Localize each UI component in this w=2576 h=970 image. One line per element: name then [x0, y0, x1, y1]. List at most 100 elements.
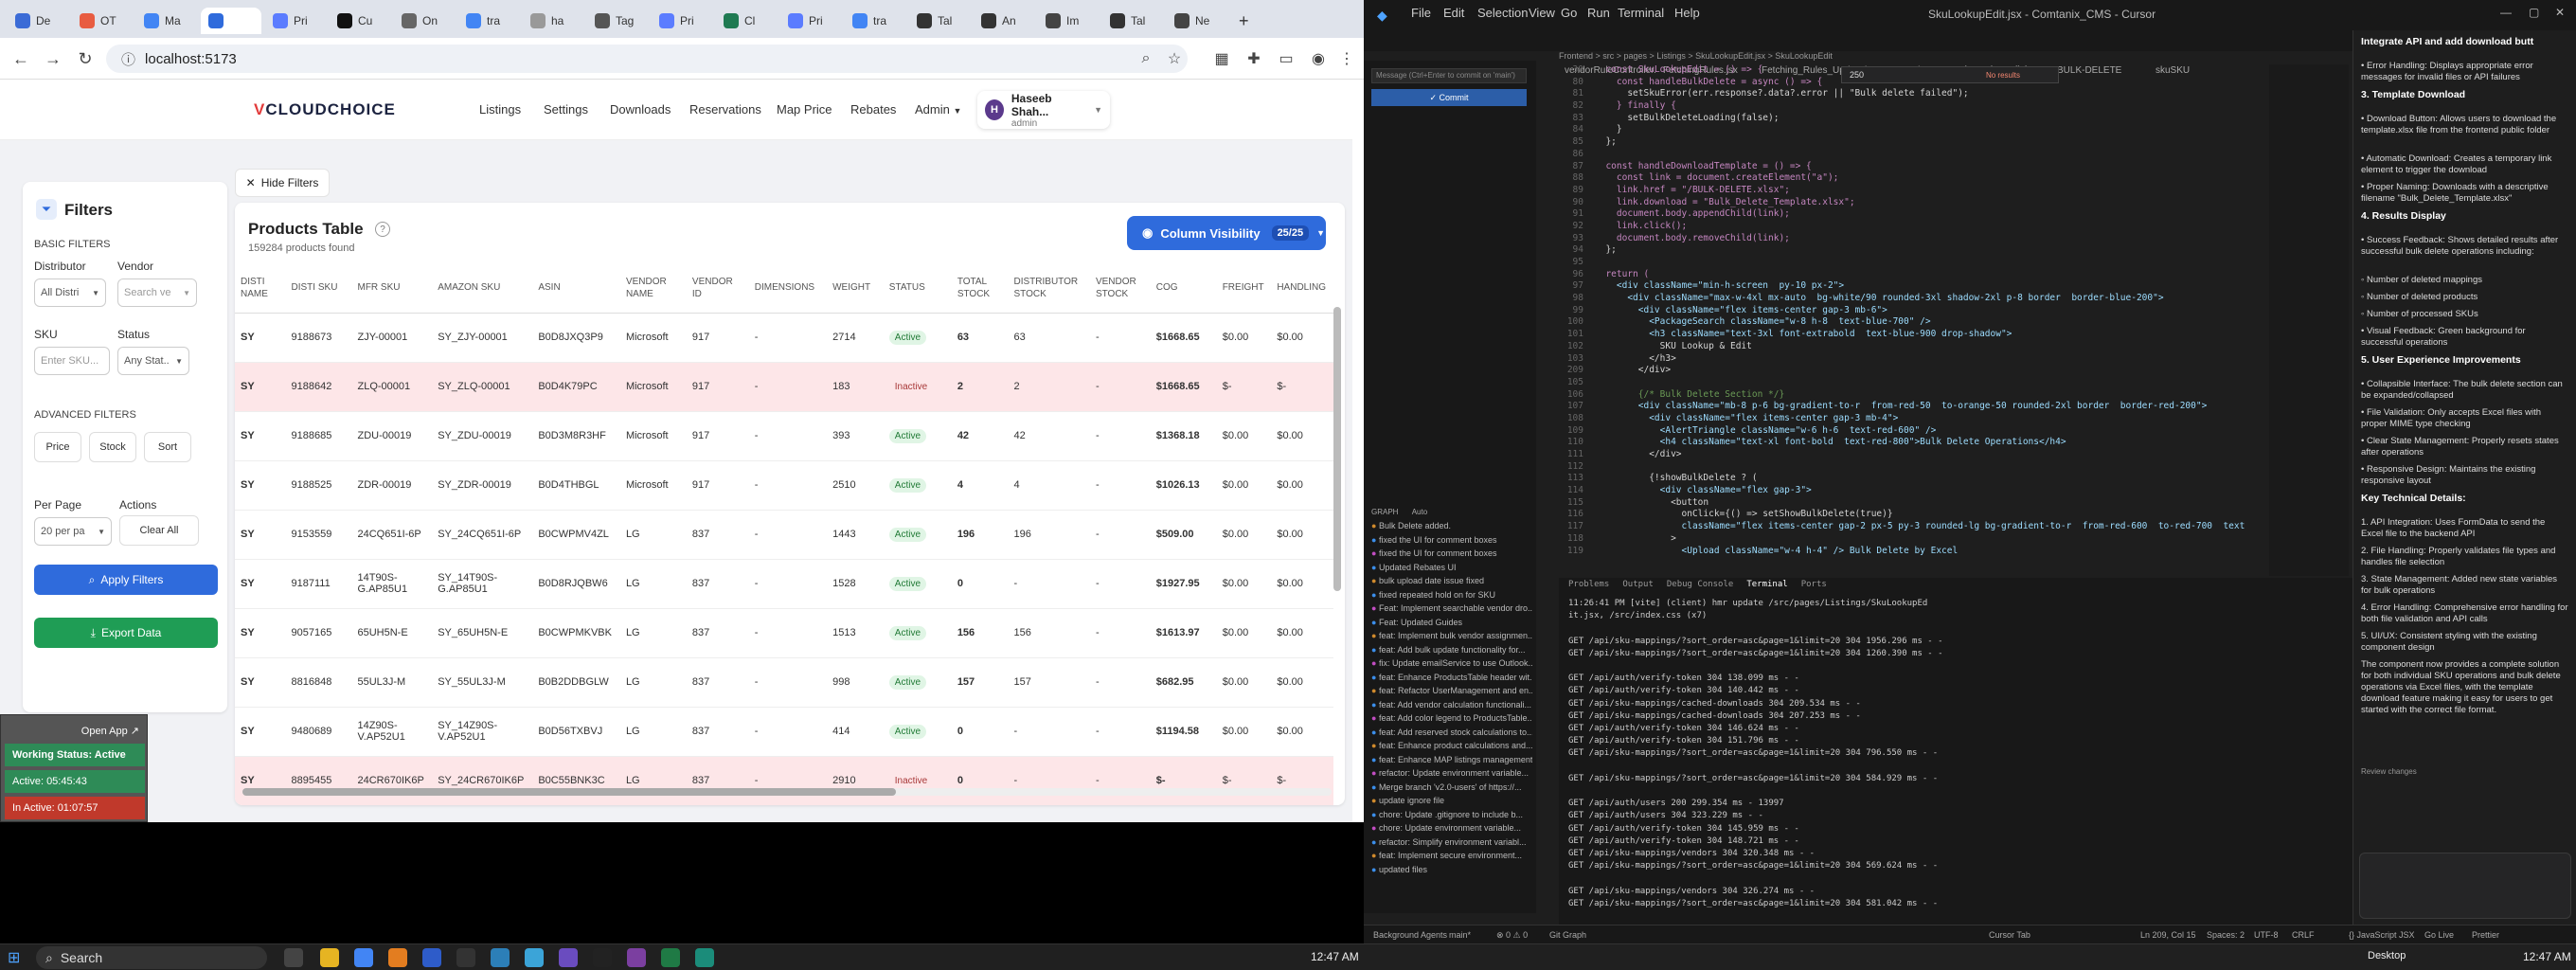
app-icon[interactable]	[456, 948, 475, 967]
commit-item[interactable]: ● Bulk Delete added.	[1371, 521, 1532, 530]
sku-input[interactable]: Enter SKU...	[34, 347, 110, 375]
column-header[interactable]: VENDOR STOCK	[1089, 263, 1151, 314]
export-data-button[interactable]: ⤓ Export Data	[34, 618, 218, 648]
app-icon[interactable]	[491, 948, 510, 967]
column-header[interactable]: MFR SKU	[351, 263, 433, 314]
site-info-icon[interactable]: ⓘ	[121, 49, 135, 69]
menu-item[interactable]: Terminal	[1618, 6, 1664, 20]
table-row[interactable]: SY 8895455 24CR670IK6P SY_24CR670IK6P B0C55B…	[235, 756, 1333, 805]
onenote-icon[interactable]	[627, 948, 646, 967]
column-header[interactable]: HANDLING	[1271, 263, 1333, 314]
app-icon[interactable]	[525, 948, 544, 967]
chrome-icon[interactable]	[354, 948, 373, 967]
browser-tab[interactable]: De	[8, 8, 68, 34]
column-header[interactable]: VENDOR ID	[686, 263, 749, 314]
apply-filters-button[interactable]: ⌕ Apply Filters	[34, 565, 218, 595]
file-explorer-icon[interactable]	[320, 948, 339, 967]
extensions-grid-icon[interactable]: ▦	[1210, 47, 1233, 70]
app-icon[interactable]	[422, 948, 441, 967]
column-header[interactable]: AMAZON SKU	[432, 263, 533, 314]
commit-item[interactable]: ● refactor: Update environment variable.…	[1371, 768, 1532, 778]
table-row[interactable]: SY 9188525 ZDR-00019 SY_ZDR-00019 B0D4THBGL M…	[235, 460, 1333, 511]
panel-tab[interactable]: Terminal	[1746, 580, 1787, 589]
user-menu[interactable]: H Haseeb Shah... admin ▼	[977, 91, 1110, 129]
bookmark-star-icon[interactable]: ☆	[1163, 47, 1186, 70]
commit-item[interactable]: ● feat: Enhance product calculations and…	[1371, 741, 1532, 750]
code-editor[interactable]: 30 const SkuLookupEdit = () => {80 const…	[1559, 64, 2269, 576]
commit-item[interactable]: ● fixed repeated hold on for SKU	[1371, 590, 1532, 600]
status-item[interactable]: Background Agents	[1373, 930, 1447, 940]
browser-tab[interactable]: Ne	[1167, 8, 1227, 34]
commit-item[interactable]: ● feat: Add color legend to ProductsTabl…	[1371, 713, 1532, 723]
horizontal-scrollbar[interactable]	[242, 788, 1332, 796]
commit-message-input[interactable]: Message (Ctrl+Enter to commit on 'main')	[1371, 68, 1527, 83]
commit-item[interactable]: ● feat: Enhance MAP listings management.…	[1371, 755, 1532, 764]
new-tab-icon[interactable]: +	[1231, 8, 1257, 34]
table-row[interactable]: SY 9057165 65UH5N-E SY_65UH5N-E B0CWPMKVBK LG…	[235, 608, 1333, 658]
browser-tab[interactable]: Ma	[136, 8, 197, 34]
nav-listings[interactable]: Listings	[479, 102, 521, 117]
browser-tab[interactable]: Tal	[1102, 8, 1163, 34]
commit-item[interactable]: ● feat: Add vendor calculation functiona…	[1371, 700, 1532, 710]
task-view-icon[interactable]	[284, 948, 303, 967]
browser-tab[interactable]: Pri	[652, 8, 712, 34]
menu-item[interactable]: Go	[1561, 6, 1577, 20]
browser-tab[interactable]: Pri	[265, 8, 326, 34]
minimap[interactable]	[2269, 64, 2349, 576]
panel-tab[interactable]: Output	[1622, 580, 1654, 589]
distributor-select[interactable]: All Distri ▼	[34, 278, 106, 307]
commit-item[interactable]: ● feat: Implement secure environment...	[1371, 851, 1532, 860]
column-visibility-button[interactable]: ◉ Column Visibility 25/25 ▼	[1127, 216, 1326, 250]
commit-item[interactable]: ● Updated Rebates UI	[1371, 563, 1532, 572]
commit-item[interactable]: ● fixed the UI for comment boxes	[1371, 535, 1532, 545]
info-icon[interactable]: ?	[375, 222, 390, 237]
browser-tab[interactable]: tra	[458, 8, 519, 34]
commit-button[interactable]: ✓ Commit	[1371, 89, 1527, 106]
menu-item[interactable]: Help	[1674, 6, 1700, 20]
app-icon[interactable]	[593, 948, 612, 967]
nav-admin[interactable]: Admin ▼	[915, 102, 961, 117]
clear-all-button[interactable]: Clear All	[119, 515, 199, 546]
table-row[interactable]: SY 9187111 14T90S-G.AP85U1 SY_14T90S-G.AP85…	[235, 559, 1333, 609]
open-app-button[interactable]: Open App ↗	[5, 719, 145, 742]
commit-item[interactable]: ● Feat: Implement searchable vendor dro.…	[1371, 603, 1532, 613]
commit-item[interactable]: ● feat: Add bulk update functionality fo…	[1371, 645, 1532, 655]
status-item[interactable]: main*	[1449, 930, 1471, 940]
vertical-scrollbar[interactable]	[1333, 307, 1341, 591]
status-item[interactable]: CRLF	[2292, 930, 2315, 940]
nav-map-price[interactable]: Map Price	[777, 102, 832, 117]
review-changes-link[interactable]: Review changes	[2361, 767, 2417, 776]
table-row[interactable]: SY 9188673 ZJY-00001 SY_ZJY-00001 B0D8JXQ3P9…	[235, 313, 1333, 363]
commit-item[interactable]: ● chore: Update .gitignore to include b.…	[1371, 810, 1532, 819]
status-item[interactable]: Cursor Tab	[1989, 930, 2030, 940]
panel-tab[interactable]: Ports	[1801, 580, 1827, 589]
column-header[interactable]: DIMENSIONS	[748, 263, 828, 314]
browser-tab[interactable]: On	[394, 8, 455, 34]
price-filter-button[interactable]: Price	[34, 432, 81, 462]
menu-item[interactable]: Edit	[1443, 6, 1464, 20]
column-header[interactable]: VENDOR NAME	[619, 263, 687, 314]
commit-item[interactable]: ● chore: Update environment variable...	[1371, 823, 1532, 833]
nav-settings[interactable]: Settings	[544, 102, 588, 117]
column-header[interactable]: COG	[1150, 263, 1217, 314]
browser-tab[interactable]: Cu	[330, 8, 390, 34]
commit-item[interactable]: ● bulk upload date issue fixed	[1371, 576, 1532, 585]
profile-icon[interactable]: ◉	[1307, 47, 1330, 70]
find-input[interactable]: 250 No results	[1841, 66, 2059, 83]
browser-tab[interactable]: ha	[523, 8, 583, 34]
panel-tab[interactable]: Problems	[1568, 580, 1609, 589]
column-header[interactable]: DISTI NAME	[235, 263, 286, 314]
panel-tab[interactable]: Debug Console	[1667, 580, 1733, 589]
commit-item[interactable]: ● feat: Refactor UserManagement and en..…	[1371, 686, 1532, 695]
status-item[interactable]: Spaces: 2	[2207, 930, 2245, 940]
table-row[interactable]: SY 9188642 ZLQ-00001 SY_ZLQ-00001 B0D4K79PC M…	[235, 362, 1333, 412]
status-item[interactable]: Ln 209, Col 15	[2140, 930, 2196, 940]
status-item[interactable]: Prettier	[2472, 930, 2499, 940]
browser-tab[interactable]: Tag	[587, 8, 648, 34]
column-header[interactable]: FREIGHT	[1216, 263, 1272, 314]
status-select[interactable]: Any Stat.. ▼	[117, 347, 189, 375]
table-row[interactable]: SY 9480689 14Z90S-V.AP52U1 SY_14Z90S-V.AP52…	[235, 707, 1333, 757]
sort-filter-button[interactable]: Sort	[144, 432, 191, 462]
chat-input[interactable]	[2359, 853, 2571, 919]
browser-tab[interactable]: Pri	[780, 8, 841, 34]
